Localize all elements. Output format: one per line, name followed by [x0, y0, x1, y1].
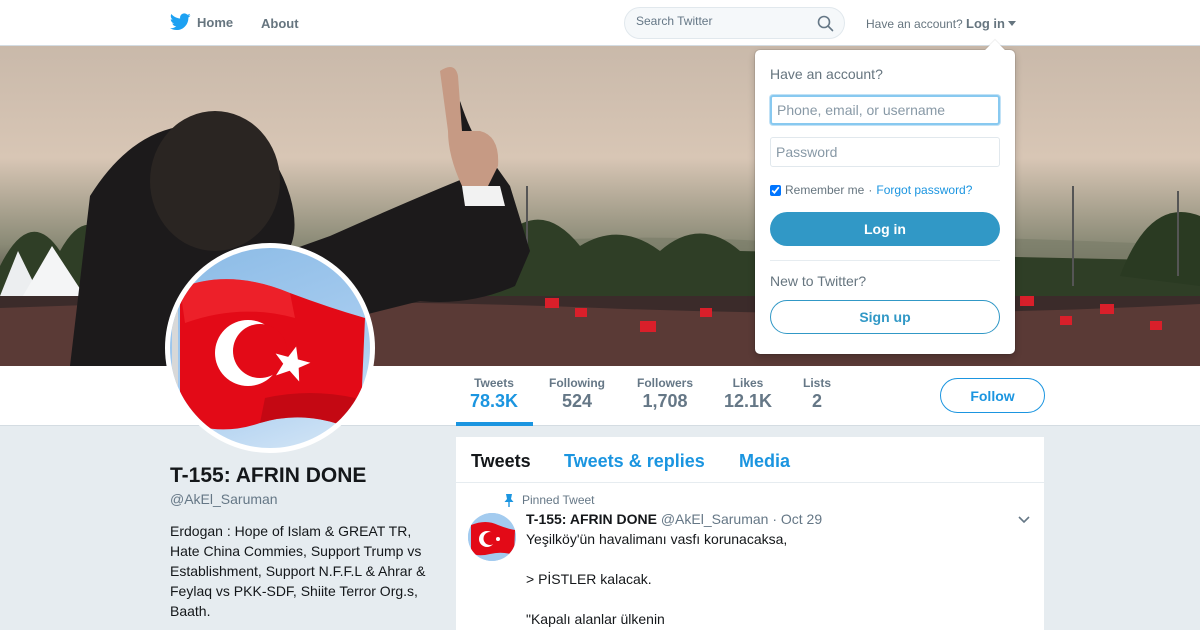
username-field[interactable] — [770, 95, 1000, 125]
tweet-author-name[interactable]: T-155: AFRIN DONE — [526, 511, 657, 527]
search-input[interactable] — [636, 14, 806, 28]
tweet-text-line: "Kapalı alanlar ülkenin — [526, 611, 665, 627]
remember-separator: · — [868, 183, 873, 197]
pinned-tweet-indicator: Pinned Tweet — [504, 493, 595, 507]
timeline-tabs: Tweets Tweets & replies Media — [456, 437, 1044, 483]
pin-icon — [504, 493, 514, 507]
stat-following[interactable]: Following 524 — [548, 376, 606, 412]
tab-tweets-replies[interactable]: Tweets & replies — [564, 451, 705, 472]
profile-name[interactable]: T-155: AFRIN DONE — [170, 464, 366, 488]
signup-button[interactable]: Sign up — [770, 300, 1000, 334]
profile-avatar[interactable] — [165, 243, 375, 453]
login-dropdown: Have an account? Remember me · Forgot pa… — [755, 40, 1015, 354]
forgot-password-link[interactable]: Forgot password? — [876, 183, 972, 197]
dropdown-title: Have an account? — [770, 66, 883, 82]
stat-likes[interactable]: Likes 12.1K — [724, 376, 772, 412]
search-box[interactable] — [624, 7, 845, 39]
stat-value: 524 — [561, 391, 593, 411]
nav-home-label: Home — [197, 14, 234, 30]
tweet-author-handle[interactable]: @AkEl_Saruman — [661, 511, 769, 527]
have-account-text: Have an account? — [866, 17, 963, 31]
stat-label: Followers — [636, 376, 693, 390]
stat-value: 12.1K — [724, 391, 773, 411]
stat-label: Tweets — [474, 376, 514, 390]
tweet-avatar[interactable] — [468, 513, 516, 561]
nav-home-link[interactable]: Home — [170, 13, 233, 31]
follow-button[interactable]: Follow — [940, 378, 1045, 413]
stat-value: 2 — [811, 391, 822, 411]
tweet-header: T-155: AFRIN DONE @AkEl_Saruman · Oct 29 — [526, 511, 822, 527]
turkish-flag-image — [172, 278, 365, 448]
tweet-text-line: > PİSTLER kalacak. — [526, 571, 652, 587]
stat-label: Following — [549, 376, 605, 390]
stat-value: 1,708 — [642, 391, 688, 411]
tweet-timestamp[interactable]: Oct 29 — [781, 511, 822, 527]
chevron-down-icon[interactable] — [1018, 516, 1030, 524]
stat-followers[interactable]: Followers 1,708 — [636, 376, 694, 412]
remember-me-label[interactable]: Remember me — [785, 183, 864, 197]
dropdown-divider — [770, 260, 1000, 261]
stat-label: Lists — [802, 376, 831, 390]
tweet-separator: · — [772, 511, 777, 527]
stat-label: Likes — [732, 376, 764, 390]
turkish-flag-image — [468, 513, 516, 561]
active-stat-underline — [456, 422, 533, 426]
caret-down-icon[interactable] — [1008, 21, 1016, 26]
tab-tweets[interactable]: Tweets — [471, 451, 531, 472]
twitter-bird-icon — [170, 13, 191, 31]
stat-tweets[interactable]: Tweets 78.3K — [470, 376, 518, 412]
pinned-label: Pinned Tweet — [522, 493, 595, 507]
stat-lists[interactable]: Lists 2 — [802, 376, 832, 412]
tab-media[interactable]: Media — [739, 451, 790, 472]
profile-bio: Erdogan : Hope of Islam & GREAT TR, Hate… — [170, 523, 426, 619]
password-field[interactable] — [770, 137, 1000, 167]
stat-value: 78.3K — [470, 391, 519, 411]
remember-me-checkbox[interactable] — [770, 184, 781, 196]
tweet-text-line: Yeşilköy'ün havalimanı vasfı korunacaksa… — [526, 531, 788, 547]
login-dropdown-toggle[interactable]: Log in — [966, 16, 1005, 31]
profile-handle[interactable]: @AkEl_Saruman — [170, 491, 278, 507]
new-to-twitter-text: New to Twitter? — [770, 273, 867, 289]
login-button[interactable]: Log in — [770, 212, 1000, 246]
nav-about-link[interactable]: About — [261, 16, 299, 31]
top-navigation-bar: Home About Have an account? Log in — [0, 0, 1200, 46]
remember-row: Remember me · Forgot password? — [770, 183, 972, 197]
timeline-panel: Tweets Tweets & replies Media Pinned Twe… — [456, 437, 1044, 630]
search-icon[interactable] — [817, 15, 834, 32]
